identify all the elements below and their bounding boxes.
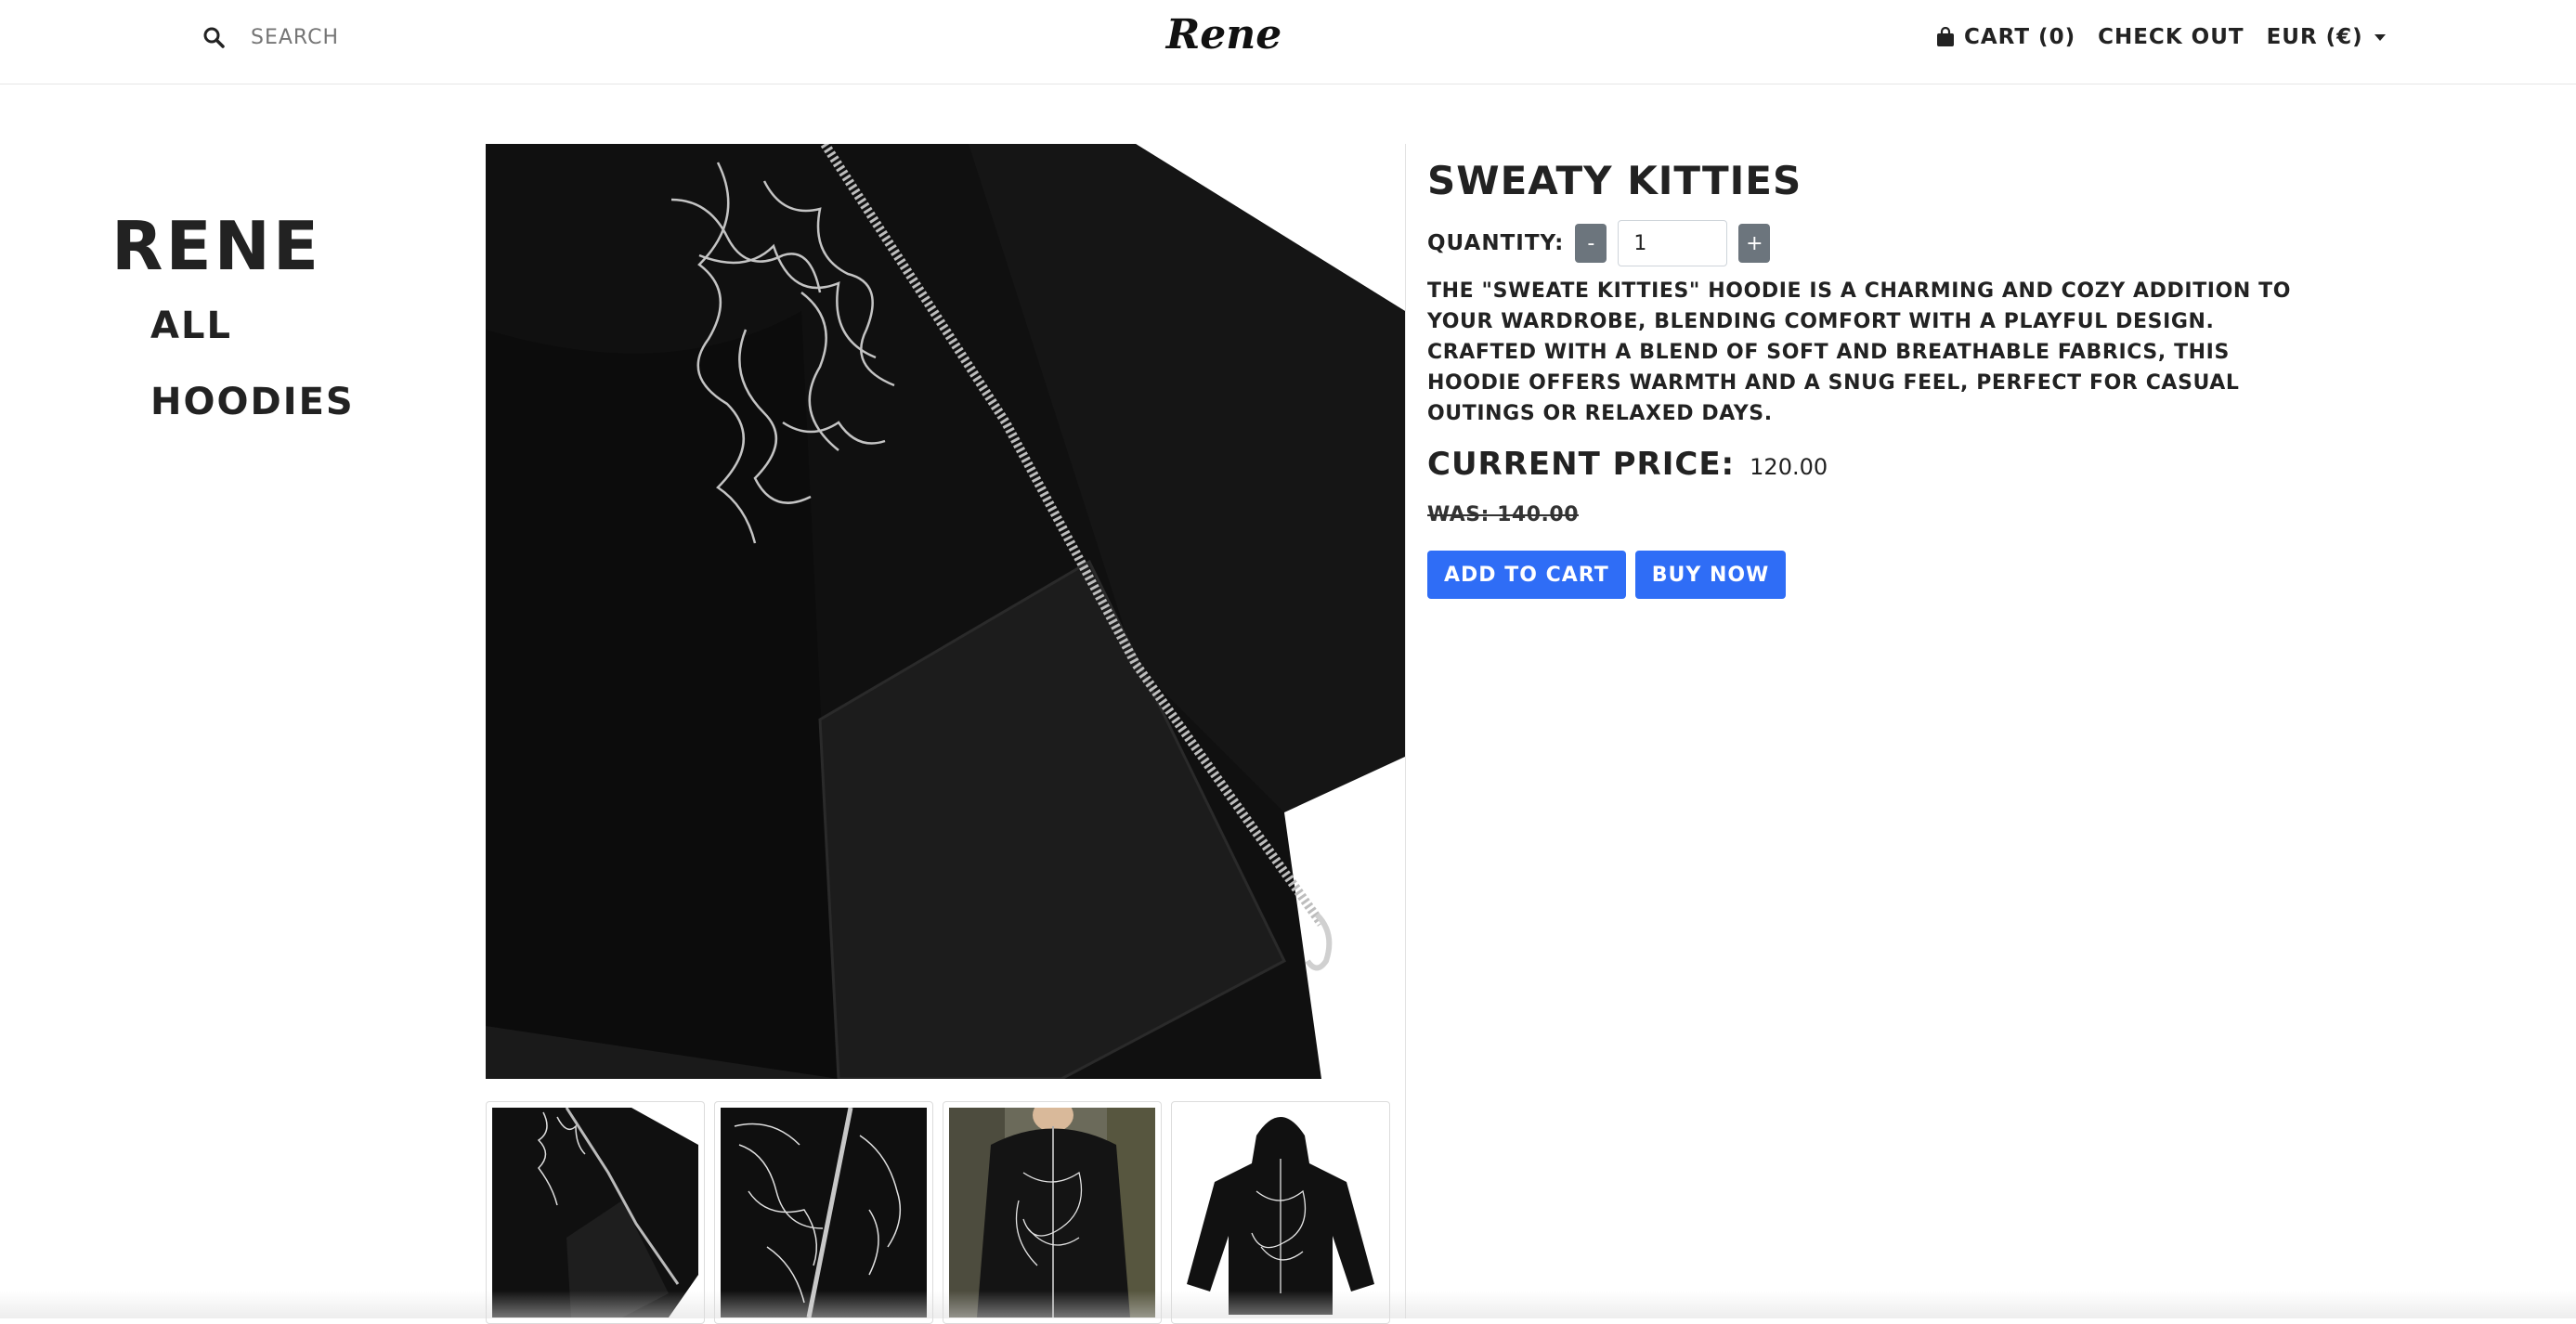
brand-logo[interactable]: Rene bbox=[1150, 7, 1298, 63]
bottom-fade bbox=[0, 1291, 2576, 1318]
shopping-bag-icon bbox=[1937, 27, 1954, 46]
buy-now-button[interactable]: BUY NOW bbox=[1634, 551, 1787, 599]
product-title: SWEATY KITTIES bbox=[1427, 158, 1802, 203]
product-details: SWEATY KITTIES QUANTITY: - + THE "SWEATE… bbox=[1427, 158, 2319, 599]
checkout-label: CHECK OUT bbox=[2098, 25, 2244, 49]
product-description: THE "SWEATE KITTIES" HOODIE IS A CHARMIN… bbox=[1427, 279, 2292, 425]
was-price: WAS: 140.00 bbox=[1427, 503, 1580, 526]
front-view-image bbox=[1177, 1108, 1384, 1318]
purchase-actions: ADD TO CART BUY NOW bbox=[1427, 551, 2319, 599]
hoodie-closeup-illustration bbox=[486, 144, 1405, 1079]
category-sidebar: RENE ALL HOODIES bbox=[111, 204, 355, 440]
column-divider bbox=[1405, 144, 1406, 1318]
quantity-selector: QUANTITY: - + bbox=[1427, 218, 2319, 268]
sidebar-brand: RENE bbox=[111, 207, 322, 285]
quantity-input[interactable] bbox=[1618, 220, 1728, 266]
search-icon[interactable] bbox=[202, 26, 225, 48]
zipper-embroidery-image bbox=[721, 1108, 927, 1318]
pocket-closeup-image bbox=[492, 1108, 698, 1318]
logo-text: Rene bbox=[1165, 11, 1282, 58]
currency-label: EUR (€) bbox=[2266, 25, 2363, 49]
cart-link[interactable]: CART (0) bbox=[1936, 25, 2075, 49]
chevron-down-icon bbox=[2374, 33, 2386, 41]
cart-label: CART (0) bbox=[1964, 25, 2076, 49]
sidebar-item-hoodies[interactable]: HOODIES bbox=[150, 364, 355, 440]
site-header: Rene CART (0) CHECK OUT EUR (€) bbox=[0, 0, 2576, 84]
add-to-cart-button[interactable]: ADD TO CART bbox=[1427, 551, 1626, 599]
current-price-label: CURRENT PRICE: bbox=[1427, 446, 1736, 483]
price-row: CURRENT PRICE: 120.00 bbox=[1427, 446, 2319, 483]
search-input[interactable] bbox=[249, 24, 494, 50]
main-product-image[interactable] bbox=[486, 144, 1405, 1079]
model-worn-image bbox=[949, 1108, 1155, 1318]
quantity-label: QUANTITY: bbox=[1427, 231, 1565, 255]
search-bar bbox=[202, 20, 494, 54]
current-price-value: 120.00 bbox=[1750, 454, 1828, 480]
header-nav: CART (0) CHECK OUT EUR (€) bbox=[1936, 20, 2576, 54]
sidebar-item-all[interactable]: ALL bbox=[150, 288, 355, 364]
quantity-decrease-button[interactable]: - bbox=[1575, 224, 1607, 263]
quantity-increase-button[interactable]: + bbox=[1738, 224, 1771, 263]
checkout-link[interactable]: CHECK OUT bbox=[2098, 25, 2244, 49]
currency-dropdown[interactable]: EUR (€) bbox=[2267, 25, 2386, 49]
